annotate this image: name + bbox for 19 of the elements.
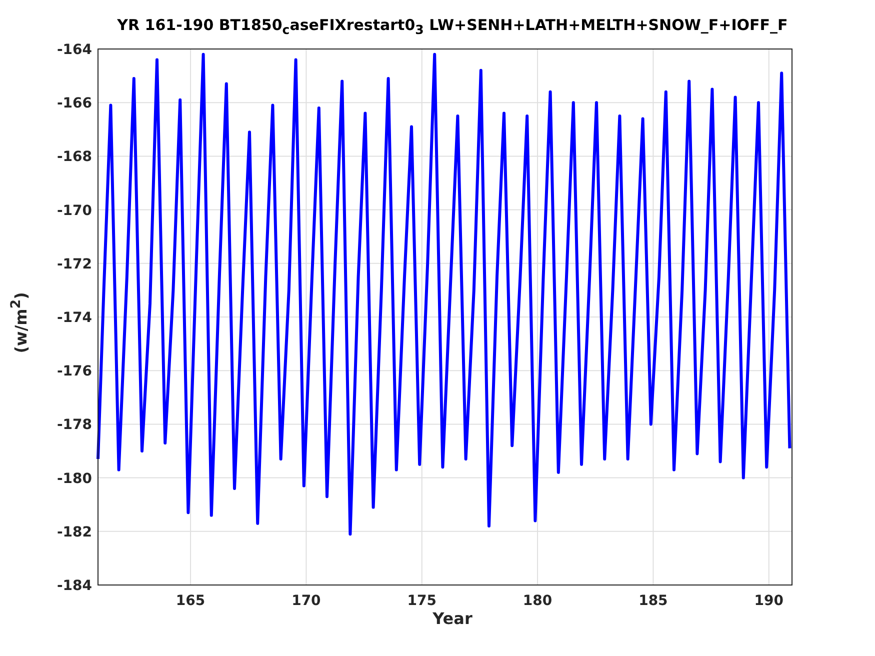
y-tick-label: -174	[56, 310, 92, 326]
x-axis-label: Year	[432, 609, 472, 628]
x-tick-label: 170	[292, 593, 321, 609]
y-tick-label: -178	[56, 417, 92, 434]
x-tick-label: 190	[754, 593, 784, 609]
x-tick-label: 165	[176, 593, 206, 609]
x-tick-label: 175	[407, 593, 436, 609]
y-tick-label: -170	[56, 202, 92, 219]
chart-title: YR 161-190 BT1850$_{c}$aseFIXrestart0$_{3}$ LW+SENH+LATH+MELTH+SNOW_F+IOFF_F	[116, 15, 789, 37]
y-tick-label: -180	[56, 470, 92, 487]
y-tick-label: -172	[56, 256, 92, 272]
y-tick-label: -184	[56, 578, 92, 594]
y-tick-label: -176	[56, 364, 92, 380]
y-tick-label: -168	[56, 149, 92, 166]
y-tick-label: -182	[56, 524, 92, 540]
x-tick-label: 180	[522, 593, 552, 609]
x-tick-label: 185	[638, 593, 668, 609]
y-tick-label: -164	[56, 42, 92, 58]
y-tick-label: -166	[56, 96, 92, 112]
